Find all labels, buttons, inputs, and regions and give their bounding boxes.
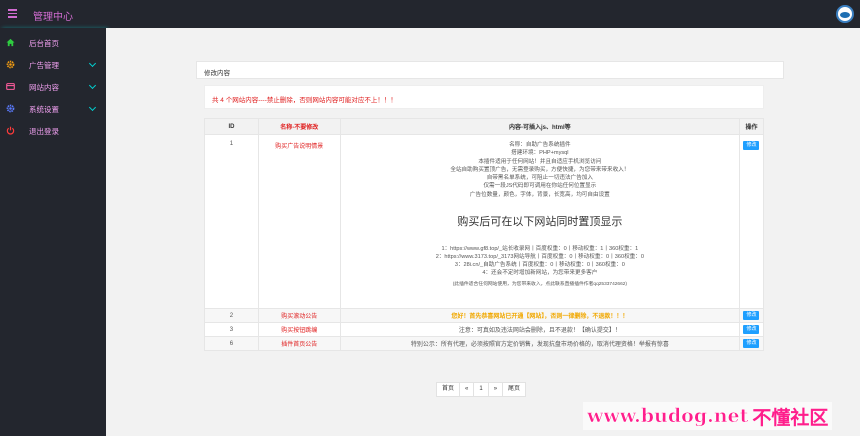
top-header: 管理中心: [0, 0, 860, 28]
notice-text: 共 4 个网站内容----禁止删除，否则网站内容可能对应不上！！！: [212, 97, 397, 104]
gear-icon: [6, 60, 15, 69]
content-line: 自带黑名单系统，可阻止一切违法广告加入: [486, 175, 593, 182]
content-line: 广告位数量，颜色，字体，背景，长宽高，均可自由设置: [469, 191, 610, 198]
content-description: 名称：自助广告系统插件 搭建环境：PHP+mysql 本插件适用于任何网站！并且…: [341, 141, 739, 199]
site-line: 1：https://www.gf8.top/_站长收录网丨百度权重：0丨移动权重…: [441, 246, 639, 253]
cell-op: 修改: [738, 322, 765, 337]
pager-last-button[interactable]: 尾页: [503, 383, 525, 396]
sidebar-item-ads[interactable]: 广告管理: [0, 54, 106, 76]
cell-op: 修改: [738, 134, 765, 309]
cell-id: 1: [204, 134, 259, 309]
sidebar-item-content[interactable]: 网站内容: [0, 76, 106, 98]
col-header-name: 名称-不要修改: [257, 118, 341, 135]
edit-button[interactable]: 修改: [743, 339, 760, 348]
panel-title: 修改内容: [204, 70, 230, 77]
cell-id: 2: [204, 308, 259, 323]
hamburger-icon[interactable]: [8, 9, 17, 18]
content-headline: 购买后可在以下网站同时置顶显示: [457, 216, 623, 229]
content-line: 全站自助购买置顶广告，无需登录购买，方便快捷，为您带来带来收入！: [450, 166, 630, 173]
cell-op: 修改: [738, 336, 765, 351]
sidebar-item-label: 广告管理: [29, 61, 59, 70]
site-line: 3：28i.cn/_自助广告系统丨百度权重：0丨移动权重：0丨360权重：0: [454, 262, 625, 269]
home-icon: [6, 38, 15, 47]
watermark-url: www.budog.net: [587, 405, 749, 428]
col-header-content: 内容-可插入js、html等: [339, 118, 740, 135]
cell-name: 购买按钮跳编: [257, 322, 341, 337]
chevron-down-icon: [88, 81, 97, 90]
sidebar-item-home[interactable]: 后台首页: [0, 32, 106, 54]
cell-id: 3: [204, 322, 259, 337]
col-header-id: ID: [204, 118, 259, 135]
cell-name: 购买广告说明情景: [257, 134, 341, 309]
content-footnote: (此插件适合任何网站使用，为您带来收入，点此联系直播插件作者qq25337426…: [452, 282, 628, 288]
watermark: www.budog.net 不懂社区: [583, 402, 833, 430]
watermark-name: 不懂社区: [752, 407, 829, 429]
power-icon: [6, 126, 15, 135]
main-content: 修改内容 共 4 个网站内容----禁止删除，否则网站内容可能对应不上！！！ I…: [106, 28, 860, 436]
cell-name: 购买滚动公告: [257, 308, 341, 323]
content-line: 本插件适用于任何网站！并且自适应手机浏览访问: [478, 158, 602, 165]
chevron-down-icon: [88, 59, 97, 68]
chevron-down-icon: [88, 103, 97, 112]
table-row: 6 插件首页公告 特别公示：所有代理，必须按照官方定价销售，发现抗盘市场价格的，…: [204, 336, 765, 351]
sidebar-item-label: 退出登录: [29, 127, 59, 136]
cell-content: 名称：自助广告系统插件 搭建环境：PHP+mysql 本插件适用于任何网站！并且…: [339, 134, 740, 309]
table-row: 3 购买按钮跳编 注意：可真如及违法网站会删除，且不退款！【确认提交】！ 修改: [204, 322, 765, 337]
table-row: 1 购买广告说明情景 名称：自助广告系统插件 搭建环境：PHP+mysql 本插…: [204, 134, 765, 309]
edit-button[interactable]: 修改: [743, 311, 760, 320]
table-row: 2 购买滚动公告 您好！首先恭喜网站已开通【网站】，否则一律删除，不退款！！！ …: [204, 308, 765, 323]
pager-next-button[interactable]: »: [489, 383, 504, 396]
notice-box: 共 4 个网站内容----禁止删除，否则网站内容可能对应不上！！！: [204, 85, 764, 109]
content-line: 搭建环境：PHP+mysql: [511, 150, 569, 157]
card-icon: [6, 83, 15, 90]
content-table: ID 名称-不要修改 内容-可插入js、html等 操作 1 购买广告说明情景 …: [204, 118, 765, 351]
sidebar-item-label: 后台首页: [29, 39, 59, 48]
content-text: 您好！首先恭喜网站已开通【网站】，否则一律删除，不退款！！！: [451, 314, 629, 320]
content-line: 仅需一段JS代码即可调用在你站任何位置显示: [483, 183, 597, 190]
cell-content: 特别公示：所有代理，必须按照官方定价销售，发现抗盘市场价格的，取消代理资格！举报…: [339, 336, 740, 351]
cell-content: 注意：可真如及违法网站会删除，且不退款！【确认提交】！: [339, 322, 740, 337]
sidebar-item-label: 系统设置: [29, 105, 59, 114]
site-line: 2：https://www.3173.top/_3173网站导航丨百度权重：0丨…: [435, 254, 644, 261]
cell-name: 插件首页公告: [257, 336, 341, 351]
pager-current-page[interactable]: 1: [474, 383, 489, 396]
edit-button[interactable]: 修改: [743, 325, 760, 334]
content-site-list: 1：https://www.gf8.top/_站长收录网丨百度权重：0丨移动权重…: [341, 245, 739, 277]
sidebar-item-label: 网站内容: [29, 83, 59, 92]
content-line: 名称：自助广告系统插件: [509, 142, 571, 148]
table-header-row: ID 名称-不要修改 内容-可插入js、html等 操作: [204, 118, 765, 135]
panel-title-bar: 修改内容: [196, 61, 784, 79]
pager-first-button[interactable]: 首页: [437, 383, 461, 396]
cell-content: 您好！首先恭喜网站已开通【网站】，否则一律删除，不退款！！！: [339, 308, 740, 323]
app-title: 管理中心: [33, 12, 73, 23]
logo-avatar-icon[interactable]: [836, 5, 854, 23]
pager-prev-button[interactable]: «: [460, 383, 475, 396]
cell-op: 修改: [738, 308, 765, 323]
edit-button[interactable]: 修改: [743, 141, 760, 150]
sidebar-item-settings[interactable]: 系统设置: [0, 98, 106, 120]
settings-icon: [6, 104, 15, 113]
pagination: 首页 « 1 » 尾页: [436, 382, 527, 397]
col-header-op: 操作: [738, 118, 765, 135]
sidebar-item-logout[interactable]: 退出登录: [0, 120, 106, 142]
cell-id: 6: [204, 336, 259, 351]
site-line: 4：还会不定时增加新网站，为您带来更多客户: [482, 270, 598, 277]
sidebar: 后台首页 广告管理 网站内容 系统设置 退出登录: [0, 28, 106, 436]
